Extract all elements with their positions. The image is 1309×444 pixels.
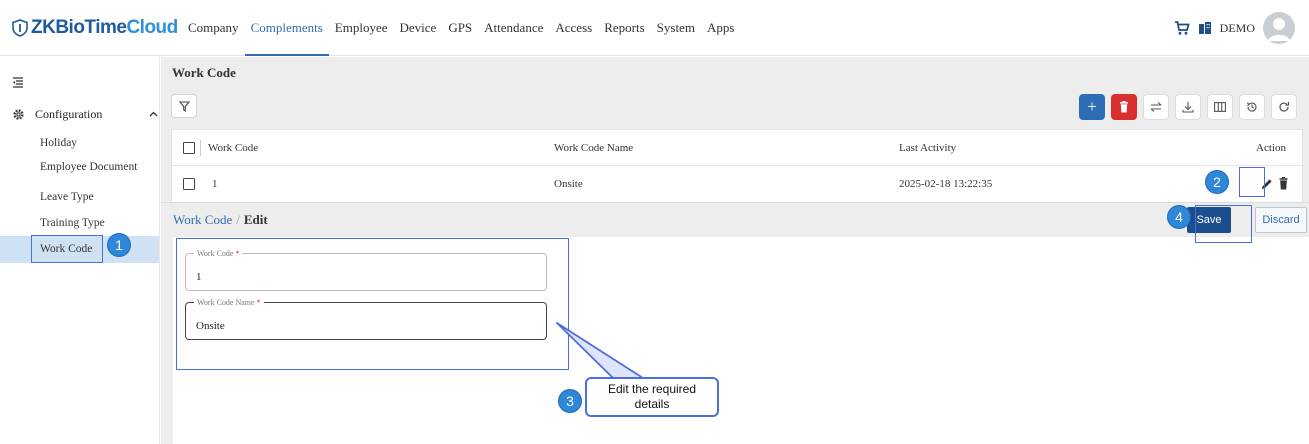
nav-reports[interactable]: Reports bbox=[598, 0, 650, 56]
sidebar-item-training-type[interactable]: Training Type bbox=[0, 214, 159, 232]
nav-complements[interactable]: Complements bbox=[244, 0, 329, 56]
sidebar-group-configuration[interactable]: Configuration bbox=[12, 103, 158, 125]
top-bar: ZKBioTime Cloud Company Complements Emplo… bbox=[0, 0, 1309, 56]
history-button[interactable] bbox=[1239, 94, 1265, 120]
sidebar-item-employee-document[interactable]: Employee Document bbox=[0, 158, 159, 176]
callout-pointer bbox=[556, 322, 644, 379]
breadcrumb-edit: Edit bbox=[243, 212, 268, 227]
delete-icon bbox=[1120, 101, 1128, 113]
app-logo[interactable]: ZKBioTime Cloud bbox=[12, 16, 178, 40]
col-header-last-activity[interactable]: Last Activity bbox=[899, 130, 956, 166]
download-icon bbox=[1182, 102, 1194, 113]
main-nav: Company Complements Employee Device GPS … bbox=[182, 0, 740, 56]
column-divider bbox=[200, 140, 201, 156]
select-all-checkbox[interactable] bbox=[183, 142, 195, 154]
step-badge-1: 1 bbox=[108, 234, 130, 256]
cell-work-code: 1 bbox=[212, 178, 218, 190]
work-code-table: Work Code Work Code Name Last Activity A… bbox=[171, 129, 1303, 203]
cart-icon[interactable] bbox=[1174, 20, 1190, 36]
breadcrumb-separator: / bbox=[236, 212, 240, 227]
nav-gps[interactable]: GPS bbox=[442, 0, 478, 56]
sidebar-group-label: Configuration bbox=[35, 106, 103, 121]
refresh-button[interactable] bbox=[1271, 94, 1297, 120]
breadcrumb-work-code[interactable]: Work Code bbox=[173, 212, 232, 227]
logo-text-secondary: Cloud bbox=[126, 17, 178, 38]
nav-attendance[interactable]: Attendance bbox=[478, 0, 549, 56]
step-badge-2: 2 bbox=[1206, 171, 1228, 193]
chevron-up-icon[interactable] bbox=[149, 111, 158, 117]
table-toolbar: + bbox=[1079, 94, 1297, 120]
cell-work-code-name: Onsite bbox=[554, 178, 583, 190]
nav-apps[interactable]: Apps bbox=[701, 0, 740, 56]
col-header-work-code[interactable]: Work Code bbox=[208, 130, 258, 166]
nav-employee[interactable]: Employee bbox=[329, 0, 394, 56]
transfer-icon bbox=[1150, 102, 1162, 112]
filter-icon bbox=[178, 100, 190, 112]
company-name[interactable]: DEMO bbox=[1220, 21, 1255, 36]
columns-button[interactable] bbox=[1207, 94, 1233, 120]
collapse-menu-icon[interactable] bbox=[12, 77, 24, 89]
add-icon: + bbox=[1087, 97, 1097, 116]
sidebar-item-holiday[interactable]: Holiday bbox=[0, 134, 159, 152]
logo-text-primary: ZKBioTime bbox=[31, 17, 127, 38]
highlight-box-edit-icon bbox=[1239, 167, 1265, 197]
gear-icon bbox=[13, 108, 24, 120]
edit-header-bar: Work Code / Edit Save Discard bbox=[161, 202, 1309, 236]
nav-system[interactable]: System bbox=[651, 0, 701, 56]
highlight-box-form bbox=[176, 238, 569, 370]
building-icon[interactable] bbox=[1198, 21, 1212, 35]
columns-icon bbox=[1214, 102, 1226, 112]
refresh-icon bbox=[1279, 102, 1290, 112]
col-header-action: Action bbox=[1256, 142, 1286, 154]
page-title: Work Code bbox=[172, 65, 236, 80]
step-badge-3: 3 bbox=[559, 390, 581, 412]
nav-company[interactable]: Company bbox=[182, 0, 245, 56]
nav-device[interactable]: Device bbox=[394, 0, 443, 56]
discard-button[interactable]: Discard bbox=[1255, 207, 1307, 233]
shield-logo-icon bbox=[12, 19, 28, 37]
add-button[interactable]: + bbox=[1079, 94, 1105, 120]
delete-row-icon[interactable] bbox=[1279, 177, 1288, 190]
download-button[interactable] bbox=[1175, 94, 1201, 120]
table-row[interactable]: 1 Onsite 2025-02-18 13:22:35 bbox=[172, 166, 1302, 202]
transfer-button[interactable] bbox=[1143, 94, 1169, 120]
step-badge-4: 4 bbox=[1168, 206, 1190, 228]
table-header-row: Work Code Work Code Name Last Activity A… bbox=[172, 130, 1302, 166]
delete-button[interactable] bbox=[1111, 94, 1137, 120]
cell-last-activity: 2025-02-18 13:22:35 bbox=[899, 178, 993, 190]
highlight-box-work-code-menu bbox=[31, 235, 103, 263]
user-avatar-icon[interactable] bbox=[1263, 12, 1295, 44]
row-checkbox[interactable] bbox=[183, 178, 195, 190]
callout-edit-details: Edit the required details bbox=[585, 377, 719, 417]
nav-access[interactable]: Access bbox=[549, 0, 598, 56]
history-icon bbox=[1246, 102, 1257, 112]
header-right: DEMO bbox=[1174, 12, 1295, 44]
highlight-box-save-button bbox=[1195, 205, 1252, 243]
breadcrumb: Work Code / Edit bbox=[173, 212, 268, 228]
sidebar-item-leave-type[interactable]: Leave Type bbox=[0, 188, 159, 206]
filter-button[interactable] bbox=[171, 94, 197, 118]
col-header-work-code-name[interactable]: Work Code Name bbox=[554, 130, 633, 166]
